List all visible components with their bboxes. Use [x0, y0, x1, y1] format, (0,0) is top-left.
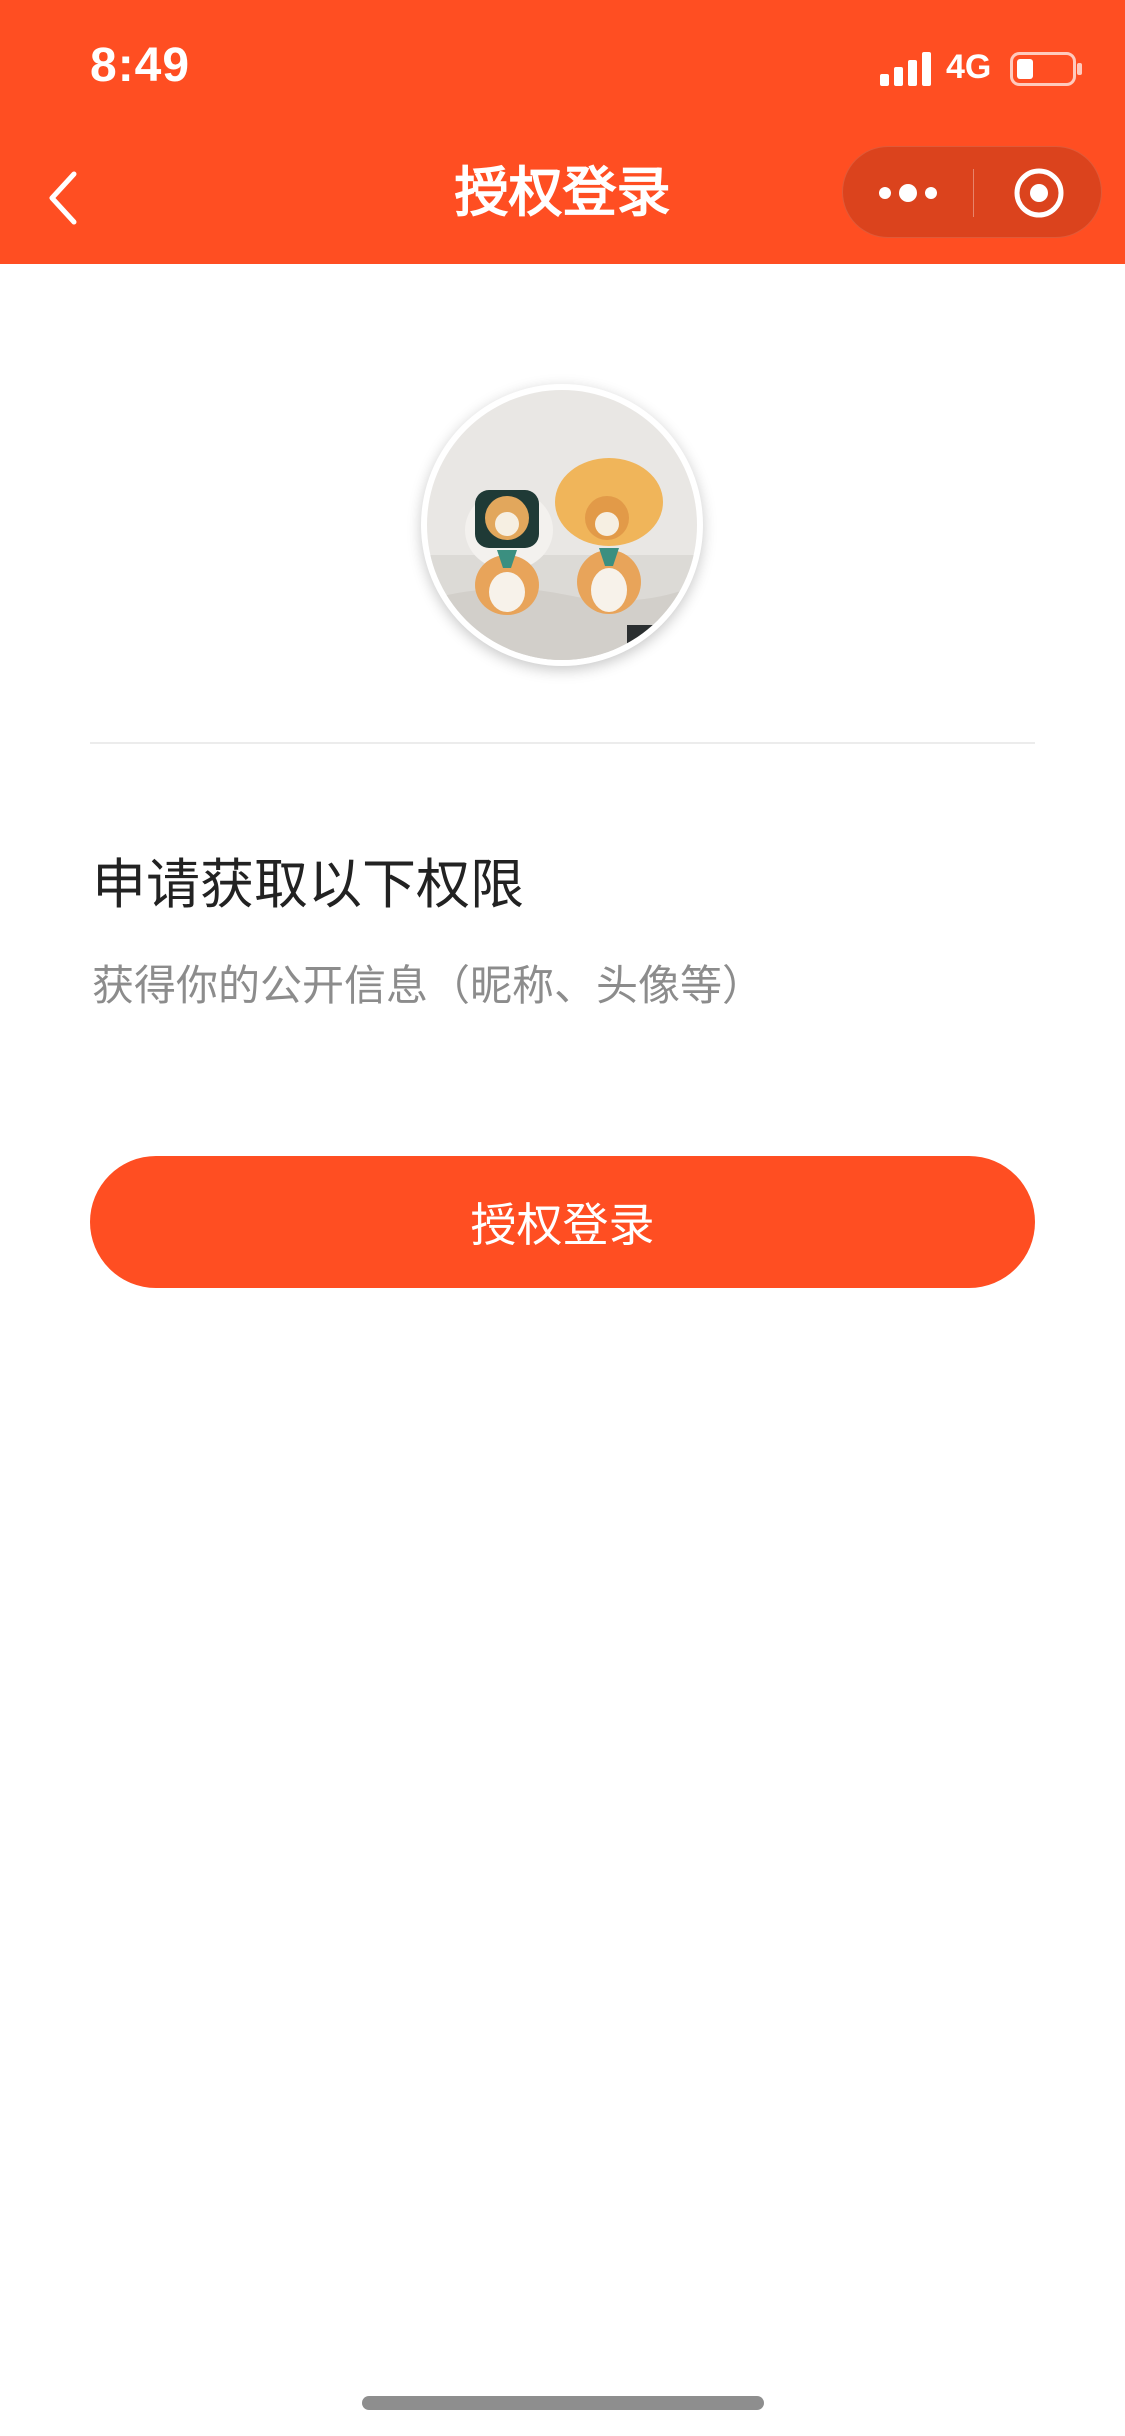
divider-line — [90, 742, 1035, 744]
permission-description: 获得你的公开信息（昵称、头像等） — [92, 961, 765, 1010]
close-circle-icon[interactable] — [1013, 167, 1065, 219]
signal-icon — [880, 52, 931, 86]
app-header: 8:49 4G 授权登录 — [0, 0, 1125, 264]
authorize-login-button[interactable]: 授权登录 — [90, 1156, 1035, 1288]
avatar-image — [427, 390, 697, 660]
network-label: 4G — [946, 48, 992, 86]
permission-title: 申请获取以下权限 — [92, 853, 524, 916]
home-indicator[interactable] — [362, 2396, 764, 2410]
capsule-divider — [973, 169, 974, 217]
miniprogram-capsule — [842, 146, 1102, 238]
status-time: 8:49 — [90, 39, 191, 92]
more-dots-icon[interactable] — [873, 173, 943, 213]
avatar — [421, 384, 703, 666]
battery-icon — [1010, 52, 1082, 86]
